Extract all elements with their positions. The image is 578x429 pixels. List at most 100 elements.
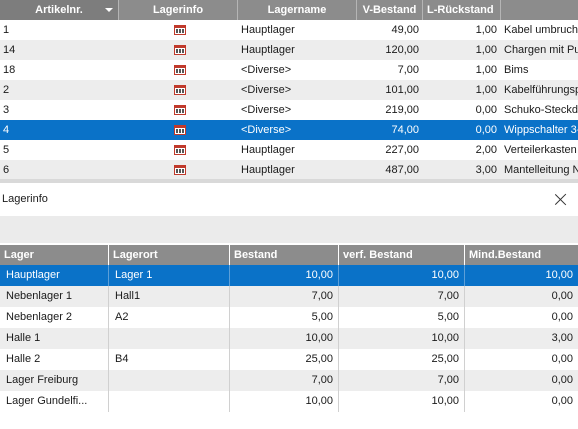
column-header-bestand[interactable]: Bestand (230, 245, 339, 265)
artikelnr-cell: 2 (3, 84, 10, 96)
v-bestand-cell: 7,00 (397, 64, 419, 76)
table-row[interactable]: 2 <Diverse> 101,00 1,00 Kabelführungsp (0, 80, 578, 100)
warehouse-stock-icon[interactable] (174, 145, 186, 155)
artikelnr-cell: 6 (3, 164, 10, 176)
l-rueckstand-cell: 1,00 (475, 44, 497, 56)
table-row[interactable]: 18 <Diverse> 7,00 1,00 Bims (0, 60, 578, 80)
lagerort-cell (109, 370, 230, 391)
lager-cell: Nebenlager 1 (0, 286, 109, 307)
bestand-cell: 5,00 (230, 307, 339, 328)
table-row[interactable]: Lager Freiburg 7,00 7,00 0,00 (0, 370, 578, 391)
l-rueckstand-cell: 2,00 (475, 144, 497, 156)
v-bestand-cell: 49,00 (391, 24, 419, 36)
lager-cell: Halle 1 (0, 328, 109, 349)
column-header-lager[interactable]: Lager (0, 245, 109, 265)
warehouse-stock-icon[interactable] (174, 165, 186, 175)
v-bestand-cell: 227,00 (385, 144, 419, 156)
l-rueckstand-cell: 1,00 (475, 84, 497, 96)
bestand-cell: 7,00 (230, 370, 339, 391)
table-row[interactable]: Nebenlager 1 Hall1 7,00 7,00 0,00 (0, 286, 578, 307)
table-row[interactable]: 4 <Diverse> 74,00 0,00 Wippschalter 3- (0, 120, 578, 140)
warehouse-stock-icon[interactable] (174, 105, 186, 115)
articles-grid-header: Artikelnr. Lagerinfo Lagername V-Bestand… (0, 0, 578, 20)
l-rueckstand-cell: 3,00 (475, 164, 497, 176)
column-header-bezeichnung[interactable] (501, 0, 578, 20)
column-header-artikelnr[interactable]: Artikelnr. (0, 0, 119, 20)
verf-bestand-cell: 10,00 (339, 328, 465, 349)
lagername-cell: <Diverse> (241, 84, 292, 96)
lagername-cell: Hauptlager (241, 24, 295, 36)
artikelnr-cell: 3 (3, 104, 10, 116)
bezeichnung-cell: Chargen mit Pu (504, 44, 578, 56)
lagername-cell: Hauptlager (241, 164, 295, 176)
column-header-lagername[interactable]: Lagername (238, 0, 357, 20)
lagerort-cell (109, 391, 230, 412)
bestand-cell: 10,00 (230, 328, 339, 349)
column-header-lagerinfo[interactable]: Lagerinfo (119, 0, 238, 20)
mind-bestand-cell: 0,00 (551, 395, 573, 407)
mind-bestand-cell: 0,00 (551, 374, 573, 386)
bezeichnung-cell: Kabel umbruch (504, 24, 578, 36)
mind-bestand-cell: 3,00 (551, 332, 573, 344)
table-row[interactable]: 3 <Diverse> 219,00 0,00 Schuko-Steckdo (0, 100, 578, 120)
artikelnr-cell: 18 (3, 64, 16, 76)
lagerinfo-panel: Lagerinfo Lager Lagerort Bestand verf. B… (0, 184, 578, 429)
column-header-l-rueckstand[interactable]: L-Rückstand (423, 0, 501, 20)
bezeichnung-cell: Wippschalter 3- (504, 124, 578, 136)
bestand-cell: 10,00 (230, 391, 339, 412)
verf-bestand-cell: 5,00 (339, 307, 465, 328)
verf-bestand-cell: 10,00 (339, 265, 465, 286)
bezeichnung-cell: Schuko-Steckdo (504, 104, 578, 116)
lager-cell: Hauptlager (0, 265, 109, 286)
table-row[interactable]: Hauptlager Lager 1 10,00 10,00 10,00 (0, 265, 578, 286)
close-icon[interactable] (553, 192, 569, 208)
table-row[interactable]: 5 Hauptlager 227,00 2,00 Verteilerkasten (0, 140, 578, 160)
artikelnr-cell: 4 (3, 124, 10, 136)
table-row[interactable]: 6 Hauptlager 487,00 3,00 Mantelleitung N (0, 160, 578, 180)
l-rueckstand-cell: 0,00 (475, 104, 497, 116)
mind-bestand-cell: 0,00 (551, 290, 573, 302)
l-rueckstand-cell: 1,00 (475, 64, 497, 76)
mind-bestand-cell: 10,00 (545, 269, 573, 281)
column-header-lagerort[interactable]: Lagerort (109, 245, 230, 265)
table-row[interactable]: 1 Hauptlager 49,00 1,00 Kabel umbruch (0, 20, 578, 40)
lagerort-cell: Hall1 (109, 286, 230, 307)
sort-descending-icon[interactable] (105, 8, 113, 12)
l-rueckstand-cell: 1,00 (475, 24, 497, 36)
panel-title: Lagerinfo (2, 193, 48, 205)
warehouse-stock-icon[interactable] (174, 25, 186, 35)
horizontal-scrollbar[interactable] (0, 179, 578, 183)
lagerort-cell (109, 328, 230, 349)
lagername-cell: <Diverse> (241, 64, 292, 76)
table-row[interactable]: Halle 1 10,00 10,00 3,00 (0, 328, 578, 349)
lagername-cell: <Diverse> (241, 124, 292, 136)
lagername-cell: Hauptlager (241, 44, 295, 56)
verf-bestand-cell: 7,00 (339, 286, 465, 307)
lagerort-cell: A2 (109, 307, 230, 328)
lager-cell: Halle 2 (0, 349, 109, 370)
column-header-label: Artikelnr. (35, 4, 83, 16)
warehouse-stock-icon[interactable] (174, 125, 186, 135)
warehouse-stock-icon[interactable] (174, 85, 186, 95)
column-header-v-bestand[interactable]: V-Bestand (357, 0, 423, 20)
column-header-mind-bestand[interactable]: Mind.Bestand (465, 245, 578, 265)
lagerort-cell: B4 (109, 349, 230, 370)
v-bestand-cell: 487,00 (385, 164, 419, 176)
bezeichnung-cell: Bims (504, 64, 529, 76)
artikelnr-cell: 14 (3, 44, 16, 56)
artikelnr-cell: 5 (3, 144, 10, 156)
bezeichnung-cell: Kabelführungsp (504, 84, 578, 96)
warehouse-stock-icon[interactable] (174, 65, 186, 75)
lagername-cell: <Diverse> (241, 104, 292, 116)
v-bestand-cell: 120,00 (385, 44, 419, 56)
table-row[interactable]: 14 Hauptlager 120,00 1,00 Chargen mit Pu (0, 40, 578, 60)
table-row[interactable]: Lager Gundelfi... 10,00 10,00 0,00 (0, 391, 578, 412)
column-header-verf-bestand[interactable]: verf. Bestand (339, 245, 465, 265)
bestand-cell: 25,00 (230, 349, 339, 370)
lagername-cell: Hauptlager (241, 144, 295, 156)
lager-cell: Lager Freiburg (0, 370, 109, 391)
v-bestand-cell: 74,00 (391, 124, 419, 136)
table-row[interactable]: Halle 2 B4 25,00 25,00 0,00 (0, 349, 578, 370)
table-row[interactable]: Nebenlager 2 A2 5,00 5,00 0,00 (0, 307, 578, 328)
warehouse-stock-icon[interactable] (174, 45, 186, 55)
